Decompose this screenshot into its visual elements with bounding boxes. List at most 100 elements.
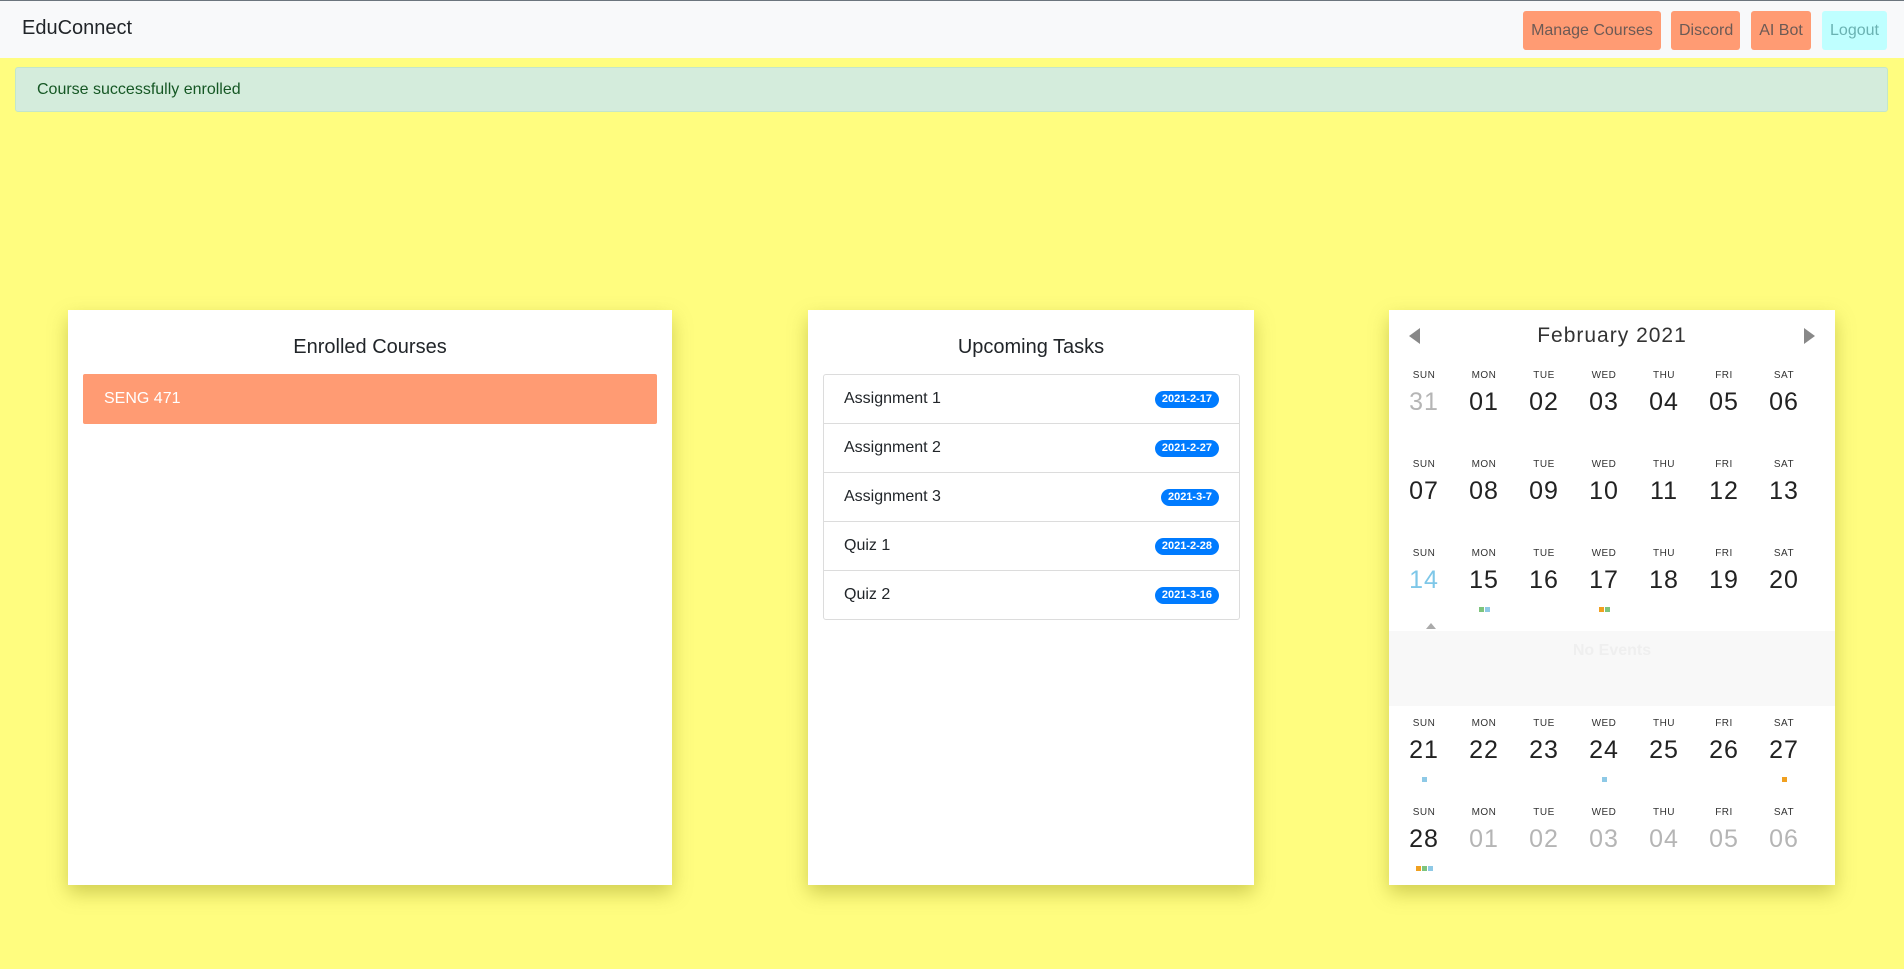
task-row[interactable]: Assignment 2 2021-2-27 <box>824 424 1239 473</box>
calendar-day[interactable]: SUN 31 <box>1394 370 1454 427</box>
event-dots <box>1514 599 1574 605</box>
day-number: 04 <box>1649 825 1679 853</box>
task-row[interactable]: Quiz 1 2021-2-28 <box>824 522 1239 571</box>
logout-button[interactable]: Logout <box>1822 11 1887 50</box>
day-number: 04 <box>1649 388 1679 416</box>
calendar-day[interactable]: TUE 23 <box>1514 718 1574 775</box>
event-dot <box>1421 866 1427 871</box>
ai-bot-button[interactable]: AI Bot <box>1751 11 1811 50</box>
calendar-day[interactable]: FRI 12 <box>1694 459 1754 516</box>
calendar-day[interactable]: WED 17 <box>1574 548 1634 612</box>
event-dots <box>1454 858 1514 864</box>
event-dots <box>1634 769 1694 775</box>
day-of-week-label: SUN <box>1412 548 1436 559</box>
day-number: 06 <box>1769 388 1799 416</box>
calendar-day[interactable]: MON 15 <box>1454 548 1514 612</box>
calendar-day[interactable]: TUE 02 <box>1514 370 1574 427</box>
day-of-week-label: WED <box>1591 807 1617 818</box>
manage-courses-button[interactable]: Manage Courses <box>1523 11 1661 50</box>
calendar-day[interactable]: TUE 02 <box>1514 807 1574 864</box>
task-name: Quiz 1 <box>844 537 891 554</box>
day-number: 19 <box>1709 566 1739 594</box>
calendar-day[interactable]: SAT 06 <box>1754 370 1814 427</box>
event-dots <box>1634 421 1694 427</box>
calendar-month-label: February 2021 <box>1537 324 1687 347</box>
task-row[interactable]: Quiz 2 2021-3-16 <box>824 571 1239 619</box>
calendar-week: SUN 28 MON 01 TUE 02 WED 03 THU 04 FRI 05 SAT 06 <box>1389 807 1835 887</box>
calendar-week: SUN 07 MON 08 TUE 09 WED 10 THU 11 FRI 12 SAT 13 <box>1389 459 1835 539</box>
day-of-week-label: THU <box>1652 807 1676 818</box>
enrolled-courses-card: Enrolled Courses SENG 471 <box>68 310 672 885</box>
calendar-day[interactable]: MON 01 <box>1454 370 1514 427</box>
event-dots <box>1394 510 1454 516</box>
calendar-day[interactable]: SUN 07 <box>1394 459 1454 516</box>
calendar-day[interactable]: THU 04 <box>1634 370 1694 427</box>
event-dots <box>1694 421 1754 427</box>
event-dot <box>1598 607 1604 612</box>
day-number: 15 <box>1469 566 1499 594</box>
brand-logo[interactable]: EduConnect <box>22 17 132 40</box>
task-name: Assignment 1 <box>844 390 941 407</box>
day-of-week-label: MON <box>1471 807 1497 818</box>
event-dots <box>1754 858 1814 864</box>
next-month-icon[interactable] <box>1804 328 1815 344</box>
day-of-week-label: MON <box>1471 718 1497 729</box>
day-number: 26 <box>1709 736 1739 764</box>
day-number: 12 <box>1709 477 1739 505</box>
calendar-day[interactable]: THU 18 <box>1634 548 1694 605</box>
calendar-day[interactable]: SUN 21 <box>1394 718 1454 782</box>
calendar-day[interactable]: TUE 16 <box>1514 548 1574 605</box>
calendar-day[interactable]: SUN 28 <box>1394 807 1454 871</box>
day-of-week-label: WED <box>1591 370 1617 381</box>
event-dots <box>1454 510 1514 516</box>
calendar-day[interactable]: MON 22 <box>1454 718 1514 775</box>
calendar-day[interactable]: WED 03 <box>1574 807 1634 864</box>
calendar-day[interactable]: WED 10 <box>1574 459 1634 516</box>
day-number: 16 <box>1529 566 1559 594</box>
calendar-day[interactable]: THU 04 <box>1634 807 1694 864</box>
due-date-badge: 2021-2-28 <box>1154 538 1219 555</box>
calendar-day[interactable]: THU 25 <box>1634 718 1694 775</box>
day-of-week-label: FRI <box>1715 718 1733 729</box>
calendar-day[interactable]: TUE 09 <box>1514 459 1574 516</box>
calendar-day[interactable]: SAT 06 <box>1754 807 1814 864</box>
course-item[interactable]: SENG 471 <box>83 374 657 424</box>
day-of-week-label: SUN <box>1412 807 1436 818</box>
task-row[interactable]: Assignment 3 2021-3-7 <box>824 473 1239 522</box>
calendar-day[interactable]: MON 08 <box>1454 459 1514 516</box>
calendar-day[interactable]: FRI 26 <box>1694 718 1754 775</box>
calendar-day[interactable]: FRI 19 <box>1694 548 1754 605</box>
day-of-week-label: SAT <box>1773 807 1795 818</box>
calendar-day[interactable]: SAT 20 <box>1754 548 1814 605</box>
calendar-day[interactable]: SAT 27 <box>1754 718 1814 782</box>
calendar-day[interactable]: THU 11 <box>1634 459 1694 516</box>
day-number: 05 <box>1709 388 1739 416</box>
calendar-day[interactable]: WED 24 <box>1574 718 1634 782</box>
task-name: Quiz 2 <box>844 586 891 603</box>
calendar-day[interactable]: SUN 14 <box>1394 548 1454 605</box>
calendar-day[interactable]: MON 01 <box>1454 807 1514 864</box>
calendar-day[interactable]: FRI 05 <box>1694 370 1754 427</box>
day-of-week-label: THU <box>1652 459 1676 470</box>
day-number: 23 <box>1529 736 1559 764</box>
day-number: 10 <box>1589 477 1619 505</box>
success-alert: Course successfully enrolled <box>15 67 1888 112</box>
calendar-day[interactable]: WED 03 <box>1574 370 1634 427</box>
event-dot <box>1421 777 1427 782</box>
day-of-week-label: FRI <box>1715 548 1733 559</box>
day-number: 11 <box>1650 477 1678 505</box>
event-dots <box>1634 510 1694 516</box>
event-dots <box>1574 858 1634 864</box>
discord-button[interactable]: Discord <box>1671 11 1740 50</box>
calendar-day[interactable]: SAT 13 <box>1754 459 1814 516</box>
task-row[interactable]: Assignment 1 2021-2-17 <box>824 375 1239 424</box>
day-number: 28 <box>1409 825 1439 853</box>
event-dots <box>1754 769 1814 782</box>
event-dot <box>1781 777 1787 782</box>
day-of-week-label: SAT <box>1773 548 1795 559</box>
event-dot <box>1484 607 1490 612</box>
calendar-day[interactable]: FRI 05 <box>1694 807 1754 864</box>
event-dots <box>1634 858 1694 864</box>
top-navbar: EduConnect Manage Courses Discord AI Bot… <box>0 0 1904 58</box>
day-of-week-label: SUN <box>1412 459 1436 470</box>
